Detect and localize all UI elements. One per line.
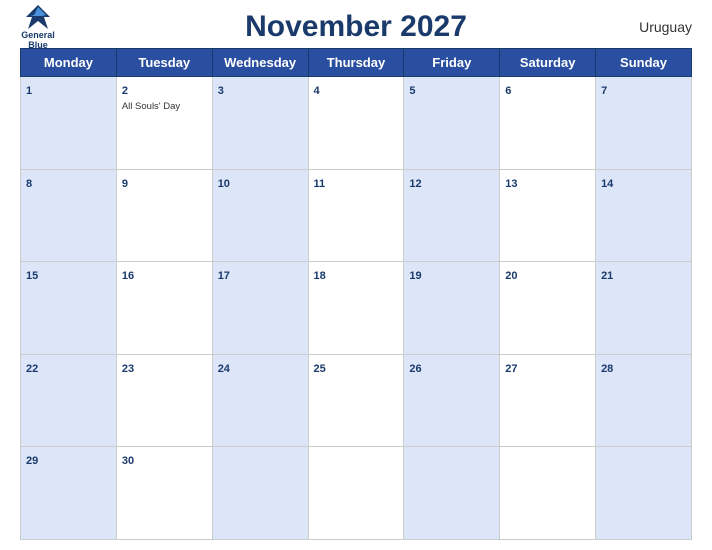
calendar-cell: 9 — [116, 169, 212, 262]
weekday-header-cell: Tuesday — [116, 49, 212, 77]
logo: General Blue — [20, 3, 56, 51]
calendar-cell: 13 — [500, 169, 596, 262]
day-number: 6 — [505, 85, 511, 97]
day-number: 18 — [314, 270, 326, 282]
day-number: 5 — [409, 85, 415, 97]
calendar-cell: 22 — [21, 354, 117, 447]
calendar-cell: 30 — [116, 447, 212, 540]
calendar-week-row: 15 16 17 18 19 20 21 — [21, 262, 692, 355]
calendar-cell: 3 — [212, 77, 308, 170]
calendar-cell: 14 — [596, 169, 692, 262]
day-number: 24 — [218, 363, 230, 375]
weekday-header-cell: Friday — [404, 49, 500, 77]
calendar-cell: 27 — [500, 354, 596, 447]
calendar-body: 12All Souls' Day345678910111213141516171… — [21, 77, 692, 540]
calendar-cell: 2 All Souls' Day — [116, 77, 212, 170]
calendar-cell: 10 — [212, 169, 308, 262]
calendar-table: MondayTuesdayWednesdayThursdayFridaySatu… — [20, 48, 692, 540]
day-number: 23 — [122, 363, 134, 375]
day-number: 11 — [314, 178, 326, 190]
weekday-header-cell: Sunday — [596, 49, 692, 77]
day-number: 21 — [601, 270, 613, 282]
holiday-label: All Souls' Day — [122, 101, 207, 112]
calendar-cell: 28 — [596, 354, 692, 447]
calendar-week-row: 22 23 24 25 26 27 28 — [21, 354, 692, 447]
calendar-cell: 15 — [21, 262, 117, 355]
day-number: 30 — [122, 455, 134, 467]
calendar-cell: 24 — [212, 354, 308, 447]
day-number: 20 — [505, 270, 517, 282]
day-number: 25 — [314, 363, 326, 375]
day-number: 22 — [26, 363, 38, 375]
day-number: 3 — [218, 85, 224, 97]
calendar-cell: 21 — [596, 262, 692, 355]
calendar-week-row: 8 9 10 11 12 13 14 — [21, 169, 692, 262]
day-number: 29 — [26, 455, 38, 467]
calendar-cell — [596, 447, 692, 540]
month-title: November 2027 — [245, 10, 467, 44]
day-number: 14 — [601, 178, 613, 190]
country-label: Uruguay — [639, 19, 692, 35]
calendar-cell — [404, 447, 500, 540]
calendar-cell: 18 — [308, 262, 404, 355]
day-number: 12 — [409, 178, 421, 190]
calendar-week-row: 29 30 — [21, 447, 692, 540]
calendar-cell — [308, 447, 404, 540]
day-number: 27 — [505, 363, 517, 375]
weekday-header-cell: Saturday — [500, 49, 596, 77]
calendar-cell — [500, 447, 596, 540]
day-number: 1 — [26, 85, 32, 97]
calendar-cell: 8 — [21, 169, 117, 262]
logo-line2: Blue — [28, 41, 48, 51]
calendar-cell: 16 — [116, 262, 212, 355]
calendar-cell: 17 — [212, 262, 308, 355]
day-number: 4 — [314, 85, 320, 97]
day-number: 2 — [122, 85, 128, 97]
day-number: 13 — [505, 178, 517, 190]
weekday-header-cell: Thursday — [308, 49, 404, 77]
day-number: 15 — [26, 270, 38, 282]
calendar-cell: 1 — [21, 77, 117, 170]
weekday-header-cell: Monday — [21, 49, 117, 77]
day-number: 16 — [122, 270, 134, 282]
day-number: 10 — [218, 178, 230, 190]
calendar-header: General Blue November 2027 Uruguay — [20, 10, 692, 44]
day-number: 7 — [601, 85, 607, 97]
calendar-cell: 19 — [404, 262, 500, 355]
calendar-cell — [212, 447, 308, 540]
calendar-cell: 4 — [308, 77, 404, 170]
day-number: 19 — [409, 270, 421, 282]
day-number: 28 — [601, 363, 613, 375]
day-number: 9 — [122, 178, 128, 190]
day-number: 26 — [409, 363, 421, 375]
calendar-cell: 23 — [116, 354, 212, 447]
calendar-week-row: 1 2 All Souls' Day 3 4 5 6 7 — [21, 77, 692, 170]
calendar-cell: 6 — [500, 77, 596, 170]
calendar-cell: 5 — [404, 77, 500, 170]
calendar-cell: 11 — [308, 169, 404, 262]
calendar-cell: 29 — [21, 447, 117, 540]
weekday-header-row: MondayTuesdayWednesdayThursdayFridaySatu… — [21, 49, 692, 77]
calendar-cell: 26 — [404, 354, 500, 447]
day-number: 17 — [218, 270, 230, 282]
weekday-header-cell: Wednesday — [212, 49, 308, 77]
day-number: 8 — [26, 178, 32, 190]
calendar-cell: 12 — [404, 169, 500, 262]
calendar-cell: 25 — [308, 354, 404, 447]
calendar-cell: 20 — [500, 262, 596, 355]
calendar-cell: 7 — [596, 77, 692, 170]
